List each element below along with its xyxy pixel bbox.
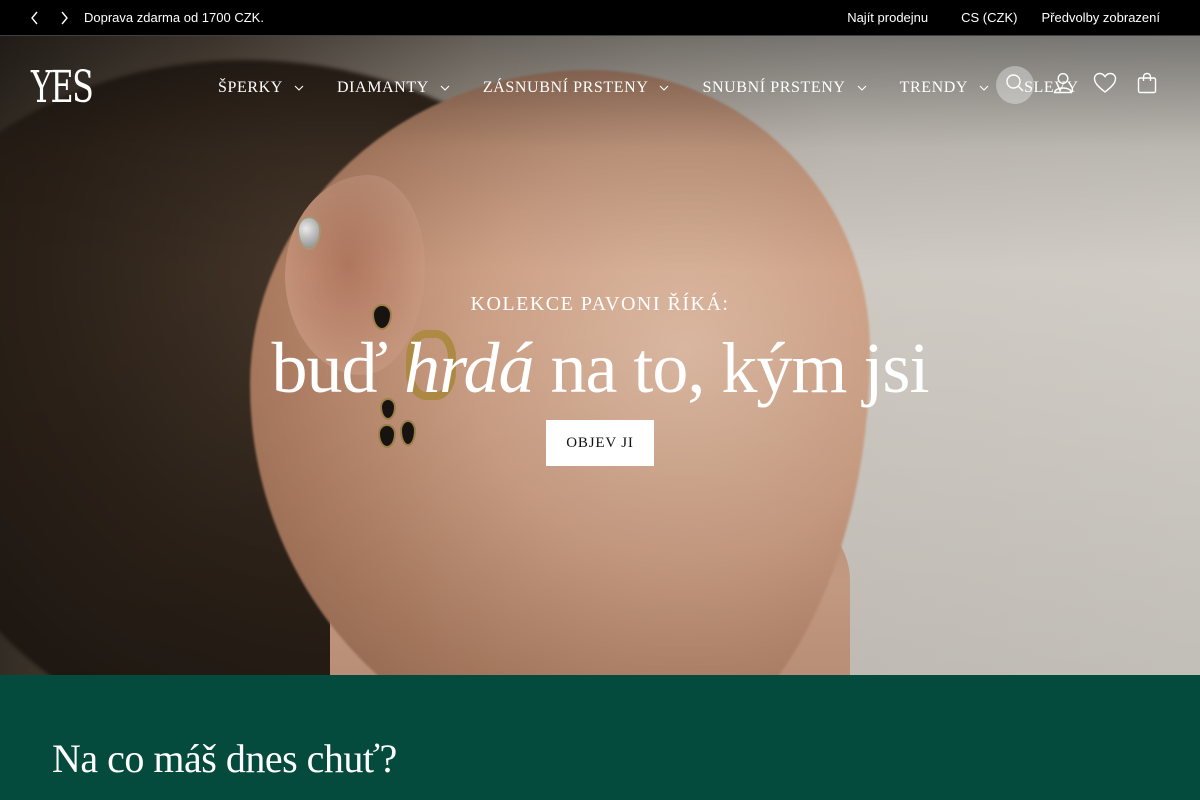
utility-links: Najít prodejnu CS (CZK) Předvolby zobraz… [847,10,1160,25]
chevron-left-icon[interactable] [27,10,43,26]
display-preferences-link[interactable]: Předvolby zobrazení [1041,10,1160,25]
cart-button[interactable] [1135,72,1159,99]
section-title: Na co máš dnes chuť? [52,736,397,781]
nav-item-label: SNUBNÍ PRSTENY [702,79,846,96]
nav-item-engagement-rings[interactable]: ZÁSNUBNÍ PRSTENY [483,79,671,97]
hero-headline: buď hrdá na to, kým jsi [0,328,1200,408]
chevron-down-icon [293,82,305,94]
bag-icon [1137,72,1157,99]
account-icon [1053,72,1073,99]
chevron-down-icon [439,82,451,94]
nav-item-label: ŠPERKY [218,79,283,96]
main-nav: ŠPERKY DIAMANTY ZÁSNUBNÍ PRSTENY SNUBNÍ … [218,79,1079,97]
account-button[interactable] [1051,72,1075,99]
announcement-bar: Doprava zdarma od 1700 CZK. Najít prodej… [0,0,1200,36]
language-selector[interactable]: CS (CZK) [961,10,1017,25]
chevron-down-icon [658,82,670,94]
nav-item-trends[interactable]: TRENDY [900,79,990,97]
heart-icon [1093,72,1117,99]
nav-item-label: ZÁSNUBNÍ PRSTENY [482,79,649,96]
nav-item-label: DIAMANTY [336,79,429,96]
chevron-down-icon [856,82,868,94]
mood-section: Na co máš dnes chuť? [0,675,1200,800]
promo-text: Doprava zdarma od 1700 CZK. [84,10,264,25]
chevron-right-icon[interactable] [56,10,72,26]
hero-content: KOLEKCE PAVONI ŘÍKÁ: buď hrdá na to, kým… [0,290,1200,466]
find-store-link[interactable]: Najít prodejnu [847,10,928,25]
headline-part1: buď [271,328,405,408]
nav-item-jewelry[interactable]: ŠPERKY [218,79,305,97]
search-icon [1005,73,1025,98]
logo[interactable]: YES [31,66,94,110]
wishlist-button[interactable] [1093,72,1117,99]
headline-italic: hrdá [404,328,534,408]
header-actions [996,66,1159,104]
discover-button[interactable]: OBJEV JI [546,420,654,466]
nav-item-label: TRENDY [899,79,969,96]
site-header: YES ŠPERKY DIAMANTY ZÁSNUBNÍ PRSTENY SNU… [0,37,1200,137]
search-button[interactable] [996,66,1034,104]
nav-item-diamonds[interactable]: DIAMANTY [337,79,451,97]
nav-item-wedding-rings[interactable]: SNUBNÍ PRSTENY [702,79,867,97]
headline-part2: na to, kým jsi [533,328,929,408]
chevron-down-icon [978,82,990,94]
hero-eyebrow: KOLEKCE PAVONI ŘÍKÁ: [470,293,730,315]
